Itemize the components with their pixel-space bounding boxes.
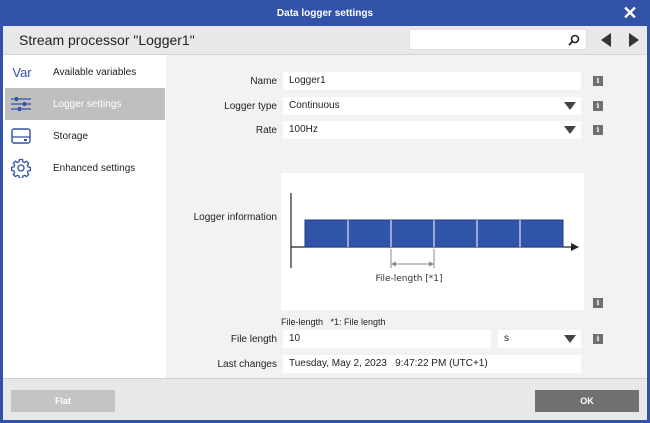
dialog-body: Stream processor "Logger1" Var Available…: [3, 26, 647, 420]
sidebar-item-available-variables[interactable]: Var Available variables: [3, 56, 166, 88]
rate-value: 100Hz: [289, 124, 318, 135]
info-icon[interactable]: i: [593, 125, 603, 135]
file-length-unit: s: [504, 333, 509, 344]
sidebar: Var Available variables Logger settings …: [3, 55, 166, 378]
close-icon[interactable]: ✕: [620, 3, 640, 23]
settings-panel: Name Logger1 i Logger type Continuous i …: [166, 55, 647, 378]
measure-arrow-icon: [429, 261, 434, 267]
sidebar-item-storage[interactable]: Storage: [3, 120, 166, 152]
sidebar-item-label: Available variables: [53, 66, 137, 78]
sidebar-item-label: Logger settings: [53, 98, 122, 110]
logger-type-dropdown[interactable]: Continuous: [283, 97, 581, 115]
logger-diagram: File-length [*1]: [281, 173, 584, 310]
chevron-down-icon: [564, 126, 576, 134]
rate-dropdown[interactable]: 100Hz: [283, 121, 581, 139]
search-icon[interactable]: [566, 32, 582, 48]
gear-icon: [9, 156, 33, 180]
logger-diagram-svg: File-length [*1]: [290, 193, 579, 284]
file-length-field[interactable]: 10: [283, 330, 491, 348]
name-label: Name: [250, 76, 277, 87]
info-icon[interactable]: i: [593, 334, 603, 344]
storage-icon: [9, 124, 33, 148]
file-length-label: File length: [230, 334, 277, 345]
dialog-footer: Flat OK: [3, 378, 647, 420]
sidebar-item-label: Enhanced settings: [53, 162, 136, 174]
axis-arrow-icon: [571, 243, 579, 251]
info-icon[interactable]: i: [593, 76, 603, 86]
sliders-icon: [9, 92, 33, 116]
window-title: Data logger settings: [276, 7, 374, 19]
last-changes-label: Last changes: [217, 359, 278, 370]
page-title: Stream processor "Logger1": [19, 32, 195, 48]
sidebar-item-enhanced-settings[interactable]: Enhanced settings: [3, 152, 166, 184]
rate-label: Rate: [255, 125, 277, 136]
info-icon[interactable]: i: [593, 101, 603, 111]
dialog-window: Data logger settings ✕ Stream processor …: [0, 0, 650, 423]
last-changes-value: Tuesday, May 2, 2023 9:47:22 PM (UTC+1): [283, 355, 581, 373]
header-bar: Stream processor "Logger1": [3, 26, 647, 55]
name-field[interactable]: Logger1: [283, 72, 581, 90]
logger-information-label: Logger information: [193, 212, 277, 223]
file-length-unit-dropdown[interactable]: s: [498, 330, 581, 348]
measure-arrow-icon: [391, 261, 396, 267]
chevron-down-icon: [564, 102, 576, 110]
sidebar-item-logger-settings[interactable]: Logger settings: [5, 88, 165, 120]
logger-type-label: Logger type: [224, 101, 277, 112]
file-length-annotation: File-length [*1]: [375, 274, 442, 284]
logger-type-value: Continuous: [289, 100, 340, 111]
flat-button[interactable]: Flat: [11, 390, 115, 412]
next-arrow-icon[interactable]: [627, 32, 641, 48]
var-icon: Var: [12, 64, 32, 80]
title-bar: Data logger settings ✕: [0, 0, 650, 26]
ok-button[interactable]: OK: [535, 390, 639, 412]
search-input[interactable]: [409, 29, 587, 50]
diagram-caption: File-length *1: File length: [281, 317, 386, 327]
chevron-down-icon: [564, 335, 576, 343]
info-icon[interactable]: i: [593, 298, 603, 308]
sidebar-item-label: Storage: [53, 130, 89, 142]
previous-arrow-icon[interactable]: [599, 32, 613, 48]
